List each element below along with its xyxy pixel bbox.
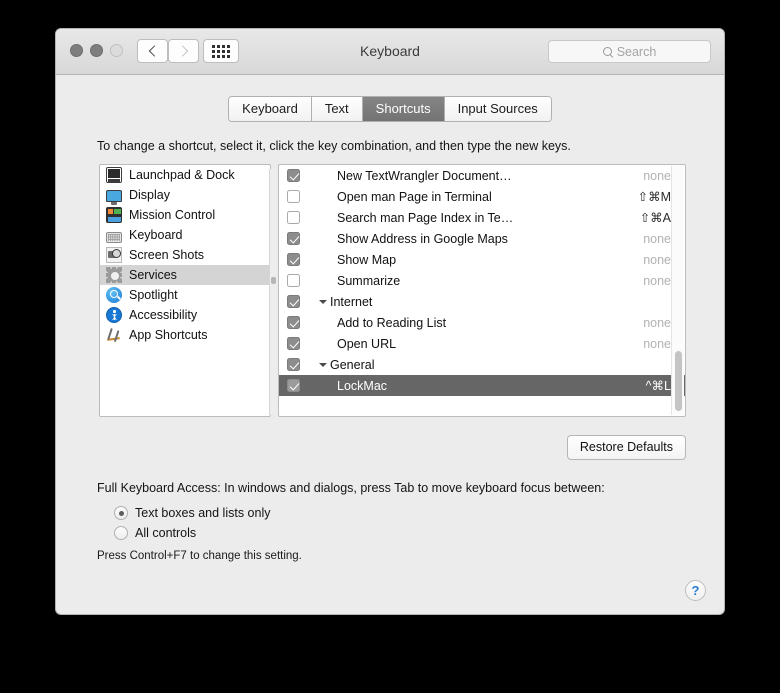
shortcut-row[interactable]: Show Address in Google Maps none [279, 228, 685, 249]
shortcut-label: New TextWrangler Document… [337, 168, 512, 183]
shortcut-key-combination[interactable]: ^⌘L [646, 378, 671, 393]
shortcut-key-combination[interactable]: none [643, 337, 671, 351]
sidebar-item-label: Screen Shots [129, 248, 205, 262]
scrollbar-thumb[interactable] [675, 351, 682, 411]
shortcut-label: General [330, 357, 375, 372]
sidebar-item-app-shortcuts[interactable]: App Shortcuts [100, 325, 270, 345]
shortcut-enabled-checkbox[interactable] [287, 253, 300, 266]
sidebar-item-services[interactable]: Services [100, 265, 270, 285]
shortcut-key-combination[interactable]: none [643, 169, 671, 183]
sidebar-item-keyboard[interactable]: Keyboard [100, 225, 270, 245]
shortcut-group-row[interactable]: General [279, 354, 685, 375]
sidebar-item-label: App Shortcuts [129, 328, 208, 342]
tab-bar: Keyboard Text Shortcuts Input Sources [56, 96, 724, 122]
instruction-text: To change a shortcut, select it, click t… [97, 139, 571, 153]
sidebar-item-label: Spotlight [129, 288, 178, 302]
shortcut-row[interactable]: New TextWrangler Document… none [279, 165, 685, 186]
shortcut-list[interactable]: New TextWrangler Document… none Open man P… [278, 164, 686, 417]
shortcut-row[interactable]: Summarize none [279, 270, 685, 291]
shortcut-enabled-checkbox[interactable] [287, 211, 300, 224]
shortcut-label: Show Map [337, 252, 397, 267]
shortcut-row[interactable]: Open URL none [279, 333, 685, 354]
sidebar-item-mission-control[interactable]: Mission Control [100, 205, 270, 225]
shortcut-label: Add to Reading List [337, 315, 447, 330]
sidebar-item-label: Keyboard [129, 228, 183, 242]
tab-keyboard[interactable]: Keyboard [229, 97, 312, 121]
accessibility-icon [106, 307, 122, 323]
gear-icon [106, 267, 122, 283]
shortcut-enabled-checkbox[interactable] [287, 316, 300, 329]
shortcut-key-combination[interactable]: ⇧⌘A [640, 210, 671, 225]
radio-indicator [114, 526, 128, 540]
category-list-scrollbar[interactable] [269, 169, 276, 415]
shortcut-row[interactable]: Add to Reading List none [279, 312, 685, 333]
dock-icon [106, 167, 122, 183]
shortcut-enabled-checkbox[interactable] [287, 295, 300, 308]
shortcut-enabled-checkbox[interactable] [287, 358, 300, 371]
sidebar-item-spotlight[interactable]: Spotlight [100, 285, 270, 305]
restore-defaults-button[interactable]: Restore Defaults [566, 435, 686, 460]
shortcut-key-combination[interactable]: none [643, 316, 671, 330]
sidebar-item-label: Services [129, 268, 177, 282]
shortcut-label: Internet [330, 294, 373, 309]
shortcut-label: Search man Page Index in Te… [337, 210, 514, 225]
tab-text[interactable]: Text [311, 97, 363, 121]
radio-label: Text boxes and lists only [135, 506, 271, 520]
shortcut-enabled-checkbox[interactable] [287, 274, 300, 287]
shortcut-label: Summarize [337, 273, 401, 288]
preferences-window: Keyboard Search Keyboard Text Shortcuts Inp… [55, 28, 725, 615]
shortcut-enabled-checkbox[interactable] [287, 379, 300, 392]
disclosure-triangle-icon[interactable] [319, 299, 327, 304]
shortcut-key-combination[interactable]: ⇧⌘M [638, 189, 671, 204]
shortcut-enabled-checkbox[interactable] [287, 190, 300, 203]
shortcut-key-combination[interactable]: none [643, 274, 671, 288]
radio-label: All controls [135, 526, 197, 540]
sidebar-item-screen-shots[interactable]: Screen Shots [100, 245, 270, 265]
shortcut-row[interactable]: Show Map none [279, 249, 685, 270]
radio-text-boxes-and-lists[interactable]: Text boxes and lists only [114, 506, 271, 520]
shortcut-label: Open URL [337, 336, 397, 351]
category-list[interactable]: Launchpad & Dock Display Mission Control Ke… [99, 164, 271, 417]
shortcut-enabled-checkbox[interactable] [287, 337, 300, 350]
shortcut-row[interactable]: Search man Page Index in Te… ⇧⌘A [279, 207, 685, 228]
sidebar-item-label: Launchpad & Dock [129, 168, 235, 182]
sidebar-item-label: Mission Control [129, 208, 216, 222]
sidebar-item-label: Accessibility [129, 308, 198, 322]
sidebar-item-launchpad-dock[interactable]: Launchpad & Dock [100, 165, 270, 185]
screenshot-icon [106, 247, 122, 263]
shortcut-label: Show Address in Google Maps [337, 231, 508, 246]
keyboard-icon [106, 231, 122, 243]
sidebar-item-accessibility[interactable]: Accessibility [100, 305, 270, 325]
shortcut-label: LockMac [337, 378, 388, 393]
display-icon [106, 190, 122, 205]
radio-all-controls[interactable]: All controls [114, 526, 196, 540]
sidebar-item-display[interactable]: Display [100, 185, 270, 205]
shortcut-list-scrollbar[interactable] [671, 166, 684, 415]
disclosure-triangle-icon[interactable] [319, 362, 327, 367]
spotlight-icon [106, 287, 122, 303]
sidebar-item-label: Display [129, 188, 170, 202]
shortcut-key-combination[interactable]: none [643, 253, 671, 267]
setting-hint: Press Control+F7 to change this setting. [97, 550, 302, 562]
shortcut-row[interactable]: LockMac ^⌘L [279, 375, 685, 396]
shortcut-row[interactable]: Open man Page in Terminal ⇧⌘M [279, 186, 685, 207]
shortcut-enabled-checkbox[interactable] [287, 232, 300, 245]
shortcut-label: Open man Page in Terminal [337, 189, 492, 204]
app-shortcuts-icon [106, 327, 122, 343]
help-button[interactable]: ? [685, 580, 706, 601]
tab-input-sources[interactable]: Input Sources [444, 97, 551, 121]
shortcut-key-combination[interactable]: none [643, 232, 671, 246]
preferences-content: Keyboard Text Shortcuts Input Sources To ch… [56, 29, 724, 614]
radio-indicator [114, 506, 128, 520]
full-keyboard-access-label: Full Keyboard Access: In windows and dia… [97, 481, 605, 495]
mission-control-icon [106, 207, 122, 223]
shortcut-enabled-checkbox[interactable] [287, 169, 300, 182]
tab-shortcuts[interactable]: Shortcuts [362, 97, 445, 121]
shortcut-group-row[interactable]: Internet [279, 291, 685, 312]
